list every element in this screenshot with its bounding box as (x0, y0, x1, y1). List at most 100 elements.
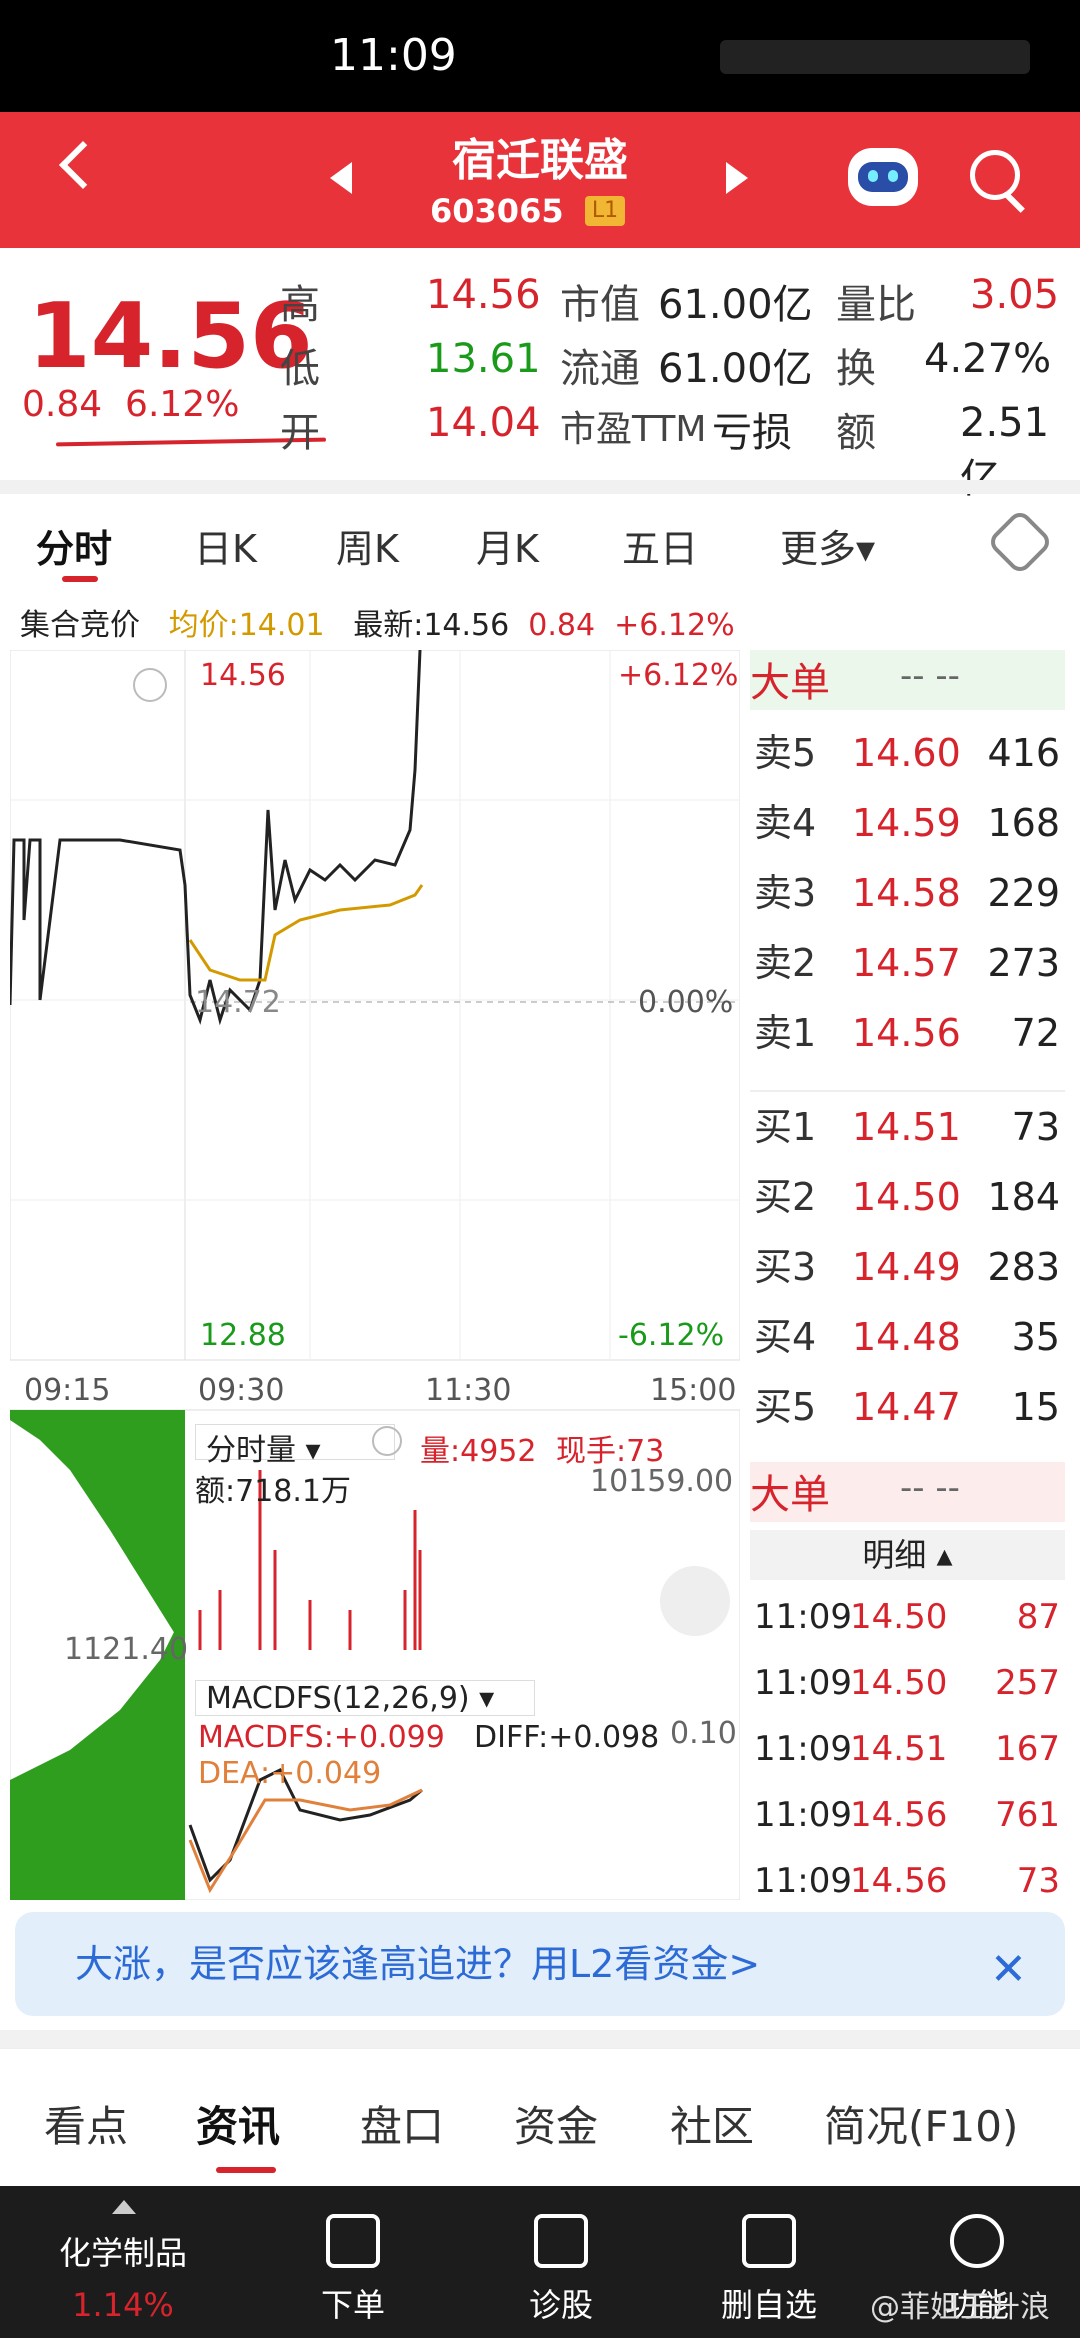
bid-label: 买2 (754, 1175, 817, 1219)
big-order-header: 大单 -- -- (750, 650, 1065, 710)
time-1500: 15:00 (650, 1373, 736, 1408)
search-icon-handle (1005, 193, 1025, 213)
news-tab-indicator (216, 2167, 276, 2173)
bid-label: 买4 (754, 1315, 817, 1359)
ask-row: 卖1 14.56 72 (750, 998, 1080, 1068)
robot-icon[interactable] (848, 148, 918, 206)
tick-row: 11:09 14.56 761 (750, 1780, 1080, 1850)
chart-info-line: 集合竞价 均价:14.01 最新:14.56 0.84 +6.12% (20, 600, 1080, 643)
ask-price: 14.59 (852, 801, 961, 845)
axis-mid: 14.72 (195, 985, 281, 1020)
bid-list: 买1 14.51 73 买2 14.50 184 买3 14.49 283 买4 14.48 35 买5… (750, 1092, 1080, 1462)
back-icon[interactable] (58, 140, 108, 190)
tick-row: 11:09 14.56 73 (750, 1846, 1080, 1916)
mcap-label: 市值 (560, 282, 640, 328)
tick-label: 11:09 (754, 1663, 852, 1703)
tab-timeshare[interactable]: 分时 (36, 518, 112, 573)
big-order-dash-2: -- -- (900, 1468, 960, 1508)
float-label: 流通 (560, 346, 640, 392)
axis-top: 14.56 (200, 658, 286, 693)
tick-label: 11:09 (754, 1597, 852, 1637)
tick-label: 11:09 (754, 1795, 852, 1835)
big-order-header-2: 大单 -- -- (750, 1462, 1065, 1522)
tab-day-k[interactable]: 日K (194, 518, 257, 573)
latest-price: 最新:14.56 (353, 608, 510, 643)
axis-mid-pct: 0.00% (638, 985, 733, 1020)
settings-icon[interactable] (986, 508, 1054, 576)
bid-volume: 283 (987, 1245, 1060, 1289)
l2-banner[interactable]: 大涨，是否应该逢高追进？用L2看资金> (15, 1912, 1065, 2016)
low-label: 低 (280, 346, 320, 392)
volume-max: 10159.00 (590, 1464, 734, 1499)
tick-row: 11:09 14.51 167 (750, 1714, 1080, 1784)
ask-label: 卖3 (754, 871, 817, 915)
tick-label: 11:09 (754, 1729, 852, 1769)
bid-volume: 184 (987, 1175, 1060, 1219)
tick-list: 11:09 14.50 87 11:09 14.50 257 11:09 14.51 167 11… (750, 1582, 1080, 1912)
ask-price: 14.58 (852, 871, 961, 915)
tab-highlights[interactable]: 看点 (44, 2093, 128, 2154)
tab-community[interactable]: 社区 (670, 2093, 754, 2154)
diagnose-icon[interactable] (534, 2214, 588, 2268)
float-value: 61.00亿 (658, 346, 813, 392)
price-change: 0.84 6.12% (22, 384, 239, 425)
nav-diagnose[interactable]: 诊股 (486, 2280, 636, 2326)
change-percent: 6.12% (125, 384, 240, 425)
mcap-value: 61.00亿 (658, 282, 813, 328)
tick-label: 11:09 (754, 1861, 852, 1901)
expand-icon[interactable] (660, 1566, 730, 1636)
tab-order-book[interactable]: 盘口 (360, 2093, 444, 2154)
time-0930: 09:30 (198, 1373, 284, 1408)
bid-volume: 73 (1011, 1105, 1060, 1149)
detail-header[interactable]: 明细 ▴ (750, 1530, 1065, 1580)
open-label: 开 (280, 410, 320, 456)
ask-label: 卖1 (754, 1011, 817, 1055)
big-order-dash: -- -- (900, 656, 960, 696)
ask-label: 卖5 (754, 731, 817, 775)
bid-price: 14.48 (852, 1315, 961, 1359)
close-icon[interactable]: ✕ (990, 1944, 1027, 1995)
status-time: 11:09 (330, 30, 457, 81)
level-badge: L1 (585, 196, 625, 226)
next-stock-icon[interactable] (726, 162, 748, 194)
stock-name: 宿迁联盛 (452, 135, 628, 186)
bid-row: 买2 14.50 184 (750, 1162, 1080, 1232)
nav-order[interactable]: 下单 (278, 2280, 428, 2326)
open-value: 14.04 (426, 400, 541, 446)
ask-volume: 168 (987, 801, 1060, 845)
tab-more[interactable]: 更多▾ (780, 518, 875, 573)
tab-funds[interactable]: 资金 (514, 2093, 598, 2154)
sector-name[interactable]: 化学制品 (48, 2228, 198, 2274)
ask-volume: 273 (987, 941, 1060, 985)
tab-week-k[interactable]: 周K (336, 518, 399, 573)
tab-news[interactable]: 资讯 (196, 2093, 280, 2154)
tick-row: 11:09 14.50 257 (750, 1648, 1080, 1718)
ask-label: 卖2 (754, 941, 817, 985)
tick-volume: 167 (995, 1729, 1060, 1769)
function-icon[interactable] (950, 2214, 1004, 2268)
axis-bottom: 12.88 (200, 1318, 286, 1353)
time-1130: 11:30 (425, 1373, 511, 1408)
ask-volume: 416 (987, 731, 1060, 775)
ask-price: 14.57 (852, 941, 961, 985)
order-icon[interactable] (326, 2214, 380, 2268)
macd-indicator-select[interactable]: MACDFS(12,26,9) ▾ (195, 1680, 535, 1716)
last-price: 14.56 (28, 284, 313, 389)
tab-profile[interactable]: 简况(F10) (824, 2093, 1018, 2154)
bid-label: 买5 (754, 1385, 817, 1429)
info-pct: +6.12% (614, 608, 735, 643)
info-change: 0.84 (528, 608, 596, 643)
remove-watch-icon[interactable] (742, 2214, 796, 2268)
tab-month-k[interactable]: 月K (476, 518, 539, 573)
time-0915: 09:15 (24, 1373, 110, 1408)
ask-row: 卖5 14.60 416 (750, 718, 1080, 788)
stock-header: 宿迁联盛 603065 L1 (0, 112, 1080, 248)
macd-value: MACDFS:+0.099 (198, 1720, 445, 1755)
search-icon[interactable] (970, 150, 1020, 200)
bid-price: 14.49 (852, 1245, 961, 1289)
nav-remove-watch[interactable]: 删自选 (694, 2280, 844, 2326)
volume-indicator-select[interactable]: 分时量 ▾ (195, 1424, 395, 1468)
volume-help-icon[interactable] (372, 1426, 402, 1456)
vol-ratio-value: 3.05 (970, 272, 1060, 318)
tab-five-day[interactable]: 五日 (622, 518, 698, 573)
